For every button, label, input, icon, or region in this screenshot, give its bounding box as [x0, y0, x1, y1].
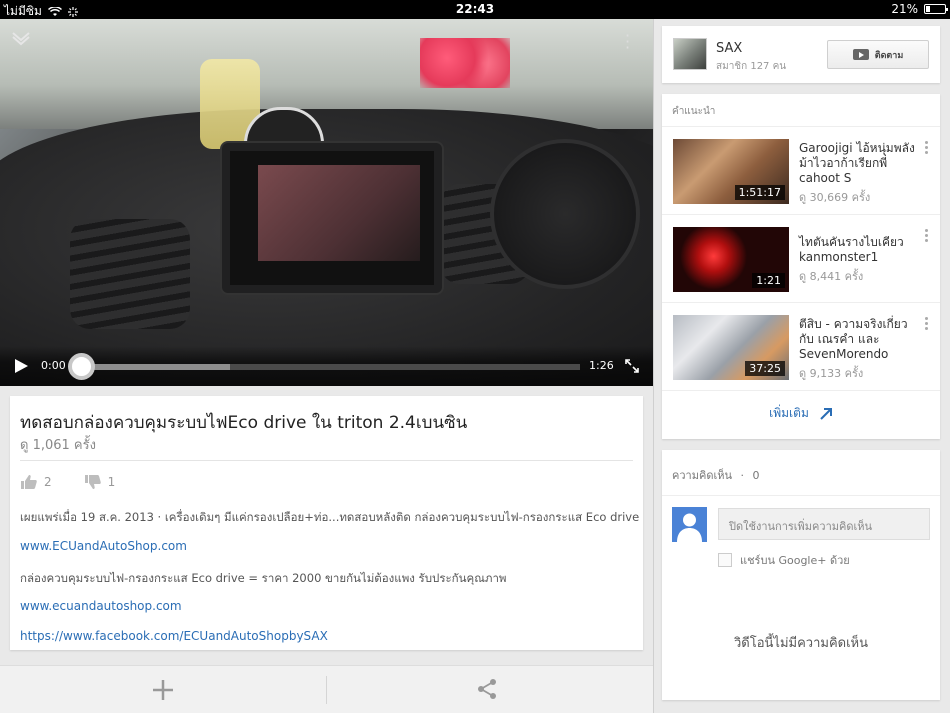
view-count: ดู 1,061 ครั้ง	[20, 438, 96, 453]
comment-input[interactable]: ปิดใช้งานการเพิ่มความคิดเห็น	[718, 508, 930, 540]
show-more-label: เพิ่มเติม	[769, 406, 809, 420]
description-link-1[interactable]: www.ECUandAutoShop.com	[20, 539, 187, 553]
column-divider	[653, 19, 654, 713]
duration-badge: 1:21	[752, 273, 785, 288]
play-icon[interactable]	[12, 357, 30, 375]
rating-bar: 2 1	[20, 474, 115, 490]
recommended-title[interactable]: ตีสิบ - ความจริงเกี่ยวกับ เณรคำ และ Seve…	[799, 317, 917, 362]
battery-icon	[924, 4, 948, 14]
duration-badge: 1:51:17	[734, 185, 785, 200]
toolbar-separator	[326, 676, 327, 704]
recommendations-card: คำแนะนำ 1:51:17 Garoojigi ไอ้หนุ่มพลังม้…	[662, 94, 940, 439]
video-menu-icon[interactable]: · · ·	[625, 28, 630, 56]
list-divider	[662, 390, 940, 391]
collapse-chevron-icon[interactable]	[10, 27, 32, 49]
video-frame-gauge	[490, 139, 640, 289]
thumbs-up-icon[interactable]	[20, 474, 38, 490]
clock: 22:43	[455, 2, 495, 16]
channel-card: SAX สมาชิก 127 คน ติดตาม	[662, 26, 940, 83]
comments-card: ความคิดเห็น · 0 ปิดใช้งานการเพิ่มความคิด…	[662, 450, 940, 700]
subscribe-button[interactable]: ติดตาม	[827, 40, 929, 69]
gplus-label: แชร์บน Google+ ด้วย	[740, 554, 850, 567]
video-thumbnail[interactable]: 37:25	[673, 315, 789, 380]
video-frame-head-unit	[222, 143, 442, 293]
description-link-2[interactable]: www.ecuandautoshop.com	[20, 599, 182, 613]
recommended-title[interactable]: Garoojigi ไอ้หนุ่มพลังม้าไวอาก้าเรียกพี่…	[799, 141, 917, 186]
bottom-toolbar	[0, 665, 653, 713]
comments-label: ความคิดเห็น	[672, 469, 732, 482]
comments-header: ความคิดเห็น · 0	[672, 469, 760, 482]
divider	[662, 495, 940, 496]
no-comments-message: วิดีโอนี้ไม่มีความคิดเห็น	[734, 636, 868, 651]
comment-count: 0	[752, 469, 760, 482]
video-title: ทดสอบกล่องควบคุมระบบไฟEco drive ใน trito…	[20, 413, 468, 433]
recommended-views: ดู 30,669 ครั้ง	[799, 191, 871, 204]
divider	[20, 460, 633, 461]
channel-name[interactable]: SAX	[716, 41, 742, 56]
duration-badge: 37:25	[745, 361, 785, 376]
status-bar: ไม่มีซิม 22:43 21%	[0, 0, 950, 19]
gplus-checkbox[interactable]	[718, 553, 732, 567]
recommended-video[interactable]: 1:51:17 Garoojigi ไอ้หนุ่มพลังม้าไวอาก้า…	[662, 126, 940, 212]
seek-bar[interactable]	[80, 364, 580, 370]
player-controls: 0:00 1:26	[0, 346, 653, 386]
person-icon	[677, 513, 702, 542]
recommended-video[interactable]: 37:25 ตีสิบ - ความจริงเกี่ยวกับ เณรคำ แล…	[662, 302, 940, 388]
subscriber-count: สมาชิก 127 คน	[716, 61, 787, 72]
video-thumbnail[interactable]: 1:21	[673, 227, 789, 292]
user-avatar	[672, 507, 707, 542]
share-icon[interactable]	[476, 678, 498, 700]
share-gplus-option[interactable]: แชร์บน Google+ ด้วย	[718, 551, 850, 569]
show-more-button[interactable]: เพิ่มเติม	[662, 404, 940, 423]
like-count: 2	[44, 475, 52, 489]
recommended-video[interactable]: 1:21 ไทตันคันรางไบเคียว kanmonster1 ดู 8…	[662, 214, 940, 300]
published-description: เผยแพร่เมื่อ 19 ส.ค. 2013 · เครื่องเดิมๆ…	[20, 510, 640, 524]
video-frame-vent-left	[70, 219, 190, 329]
video-thumbnail[interactable]: 1:51:17	[673, 139, 789, 204]
current-time: 0:00	[41, 359, 66, 372]
video-info-card: ทดสอบกล่องควบคุมระบบไฟEco drive ใน trito…	[10, 396, 643, 650]
more-vert-icon[interactable]	[925, 141, 931, 155]
recommended-title[interactable]: ไทตันคันรางไบเคียว kanmonster1	[799, 235, 917, 265]
recommended-views: ดู 9,133 ครั้ง	[799, 367, 864, 380]
battery-percent: 21%	[891, 2, 918, 16]
video-player[interactable]: · · ·	[0, 19, 653, 386]
seek-handle[interactable]	[68, 353, 95, 380]
add-to-playlist-icon[interactable]	[151, 678, 175, 702]
thumbs-down-icon[interactable]	[84, 474, 102, 490]
recommendations-header: คำแนะนำ	[672, 106, 716, 117]
buffered-bar	[80, 364, 230, 370]
total-time: 1:26	[589, 359, 614, 372]
more-vert-icon[interactable]	[925, 229, 931, 243]
video-frame-flowers	[420, 38, 510, 88]
fullscreen-icon[interactable]	[624, 358, 640, 374]
arrow-up-right-icon	[820, 407, 832, 420]
description-line-2: กล่องควบคุมระบบไฟ-กรองกระแส Eco drive = …	[20, 571, 507, 585]
channel-avatar[interactable]	[673, 38, 707, 70]
dislike-count: 1	[107, 475, 116, 489]
recommended-views: ดู 8,441 ครั้ง	[799, 270, 864, 283]
subscribe-label: ติดตาม	[874, 50, 904, 61]
youtube-icon	[852, 49, 869, 60]
more-vert-icon[interactable]	[925, 317, 931, 331]
description-link-3[interactable]: https://www.facebook.com/ECUandAutoShopb…	[20, 629, 328, 643]
